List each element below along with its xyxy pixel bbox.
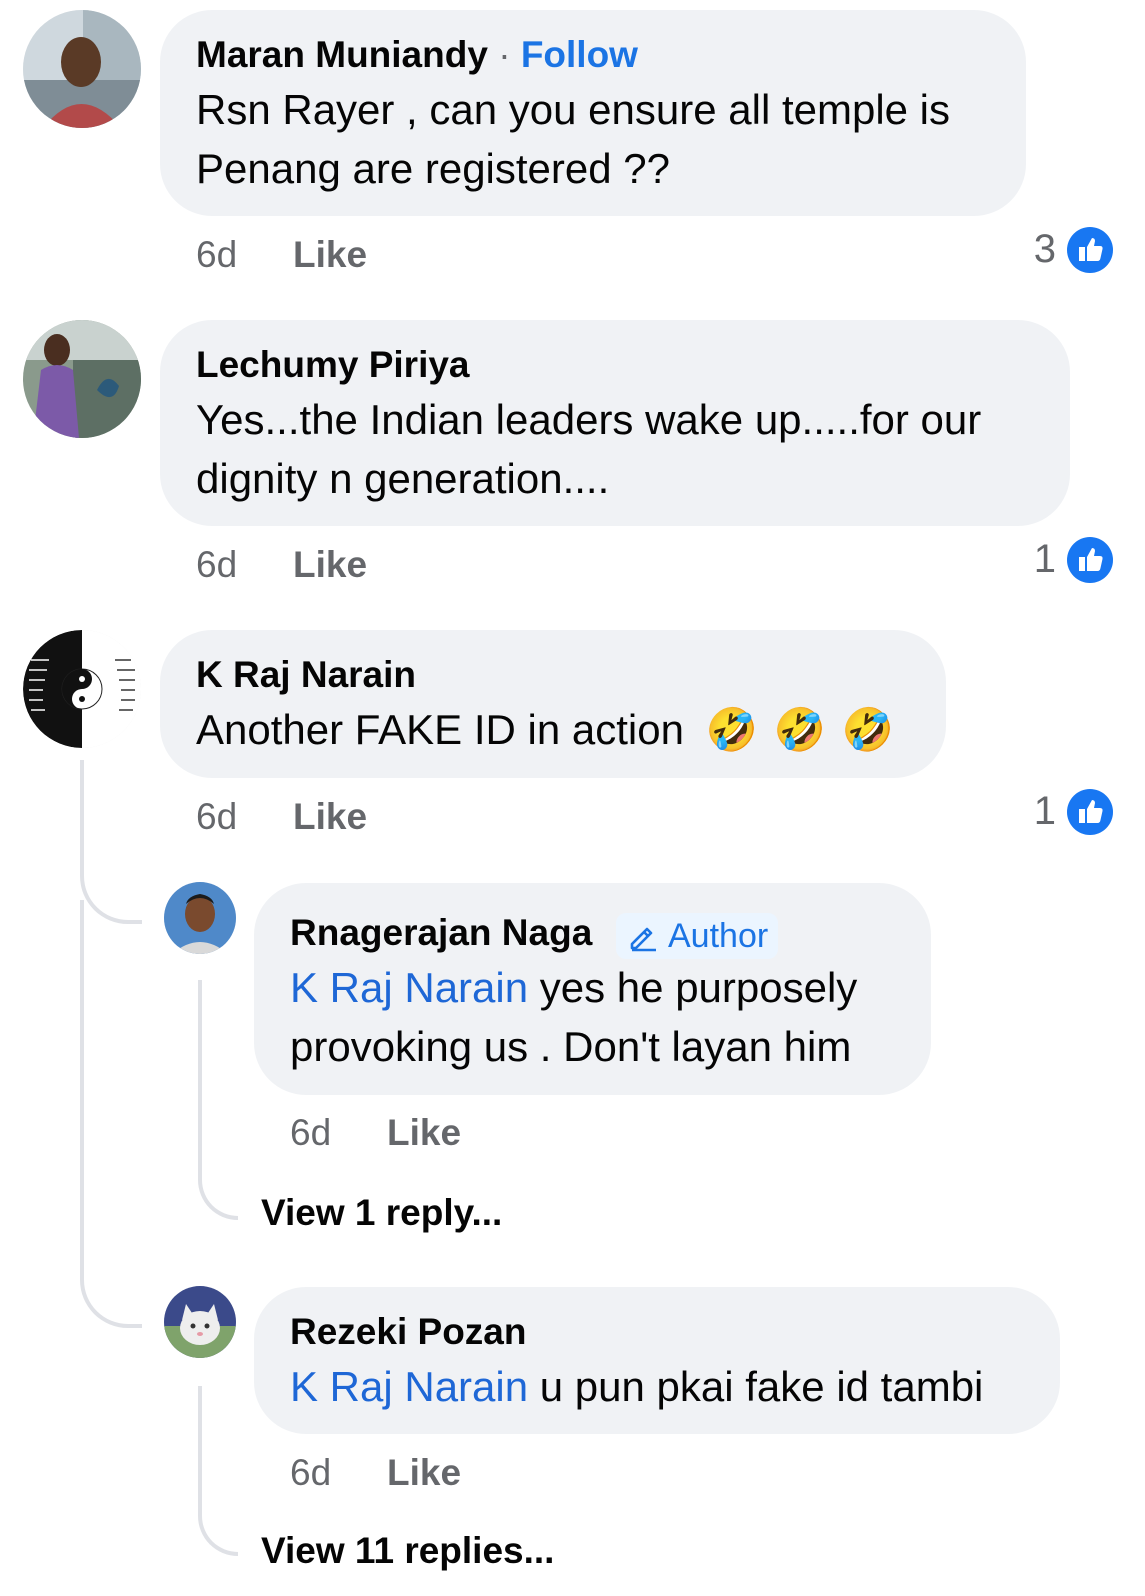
reaction-count[interactable]: 1 [1000,789,1056,834]
like-button[interactable]: Like [293,796,367,838]
comment-author-name[interactable]: Lechumy Piriya [196,344,470,386]
reaction-count[interactable]: 3 [1000,227,1056,272]
comment-text-line: Penang are registered ?? [196,145,670,192]
avatar[interactable] [23,630,141,748]
comment-text: Another FAKE ID in action [196,706,684,753]
like-button[interactable]: Like [293,234,367,276]
comment-author-name[interactable]: K Raj Narain [196,654,416,696]
comment-text-line: Another FAKE ID in action 🤣 🤣 🤣 [196,700,894,759]
reply-author-name[interactable]: Rezeki Pozan [290,1311,526,1353]
like-reaction-icon[interactable] [1067,789,1113,835]
avatar[interactable] [164,1286,236,1358]
rofl-emoji: 🤣 [773,706,826,753]
mention-link[interactable]: K Raj Narain [290,1363,528,1410]
reaction-count[interactable]: 1 [1000,537,1056,582]
reply-timestamp[interactable]: 6d [290,1452,331,1494]
like-reaction-icon[interactable] [1067,537,1113,583]
thread-line-main-2 [80,900,142,1328]
view-replies-link[interactable]: View 1 reply... [261,1192,502,1234]
avatar[interactable] [23,320,141,438]
reply-text: u pun pkai fake id tambi [528,1363,984,1410]
thread-line-reply-2 [198,1386,238,1556]
avatar-photo-icon [23,320,141,438]
reply-timestamp[interactable]: 6d [290,1112,331,1154]
reply-text: yes he purposely [528,964,858,1011]
pencil-icon [630,927,656,952]
avatar[interactable] [164,882,236,954]
reply-text-line: provoking us . Don't layan him [290,1023,852,1070]
author-badge: Author [616,913,779,959]
author-badge-label: Author [668,917,769,955]
comment-text-line: dignity n generation.... [196,455,610,502]
yin-yang-avatar-icon [23,630,141,748]
comment-timestamp[interactable]: 6d [196,544,237,586]
thread-line-reply-1 [198,980,238,1220]
rofl-emoji: 🤣 [841,706,894,753]
like-button[interactable]: Like [387,1452,461,1494]
comment-author-name[interactable]: Maran Muniandy · Follow [196,34,638,76]
author-name-text[interactable]: Maran Muniandy [196,34,488,75]
comment-timestamp[interactable]: 6d [196,796,237,838]
view-replies-link[interactable]: View 11 replies... [261,1530,554,1572]
name-separator: · [498,34,511,75]
avatar-photo-icon [164,882,236,954]
comment-timestamp[interactable]: 6d [196,234,237,276]
like-reaction-icon[interactable] [1067,227,1113,273]
reply-text-line: K Raj Narain u pun pkai fake id tambi [290,1357,983,1416]
comment-text-line: Rsn Rayer , can you ensure all temple is [196,86,951,133]
avatar[interactable] [23,10,141,128]
avatar-photo-icon [23,10,141,128]
like-button[interactable]: Like [293,544,367,586]
rofl-emoji: 🤣 [705,706,758,753]
like-button[interactable]: Like [387,1112,461,1154]
reply-text-line: K Raj Narain yes he purposely [290,958,857,1017]
follow-button[interactable]: Follow [521,34,638,75]
cat-avatar-icon [164,1286,236,1358]
comment-text-line: Yes...the Indian leaders wake up.....for… [196,396,982,443]
mention-link[interactable]: K Raj Narain [290,964,528,1011]
reply-author-name[interactable]: Rnagerajan Naga [290,912,592,954]
